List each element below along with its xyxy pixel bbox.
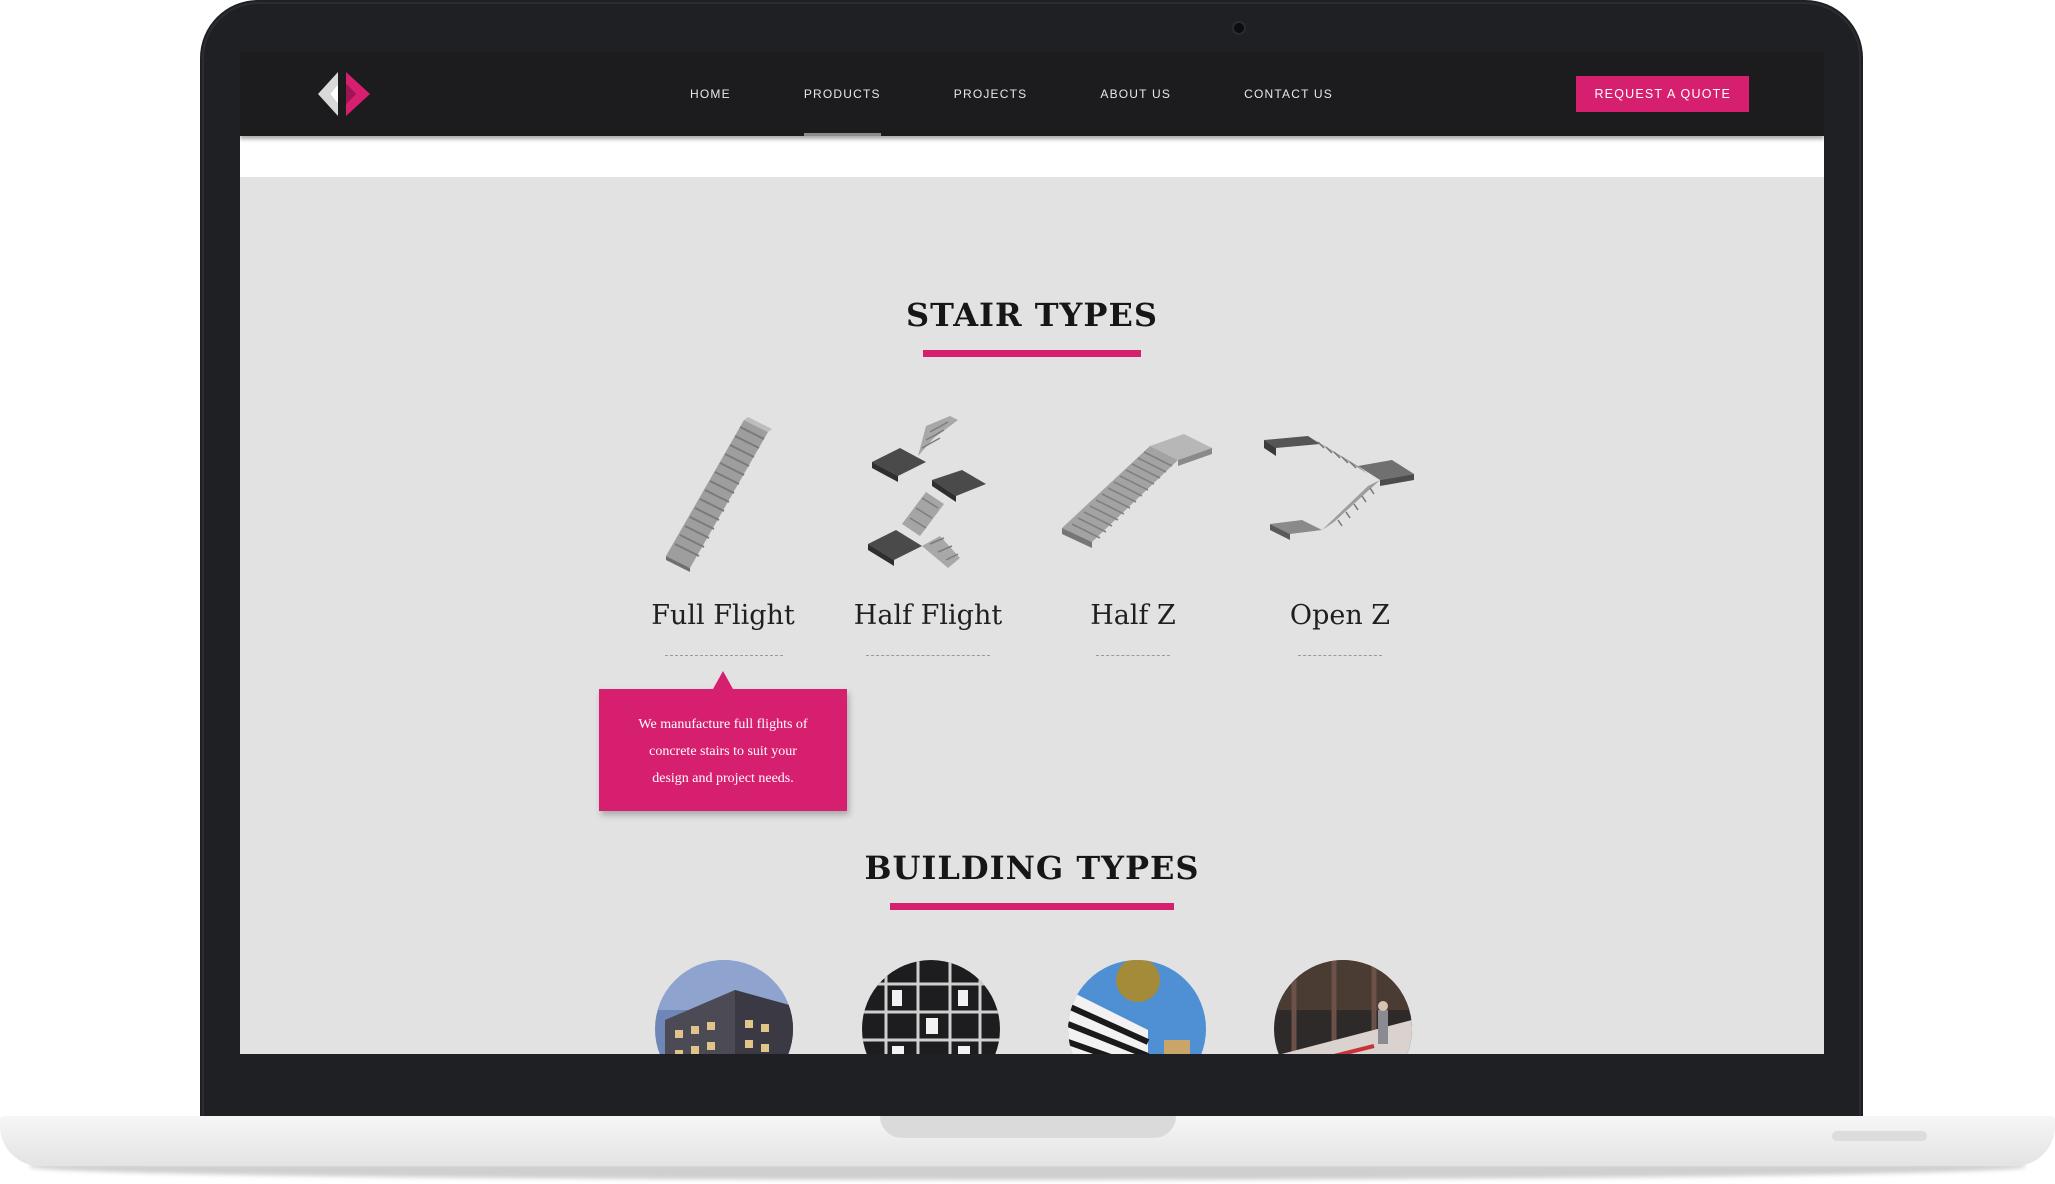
request-quote-button[interactable]: REQUEST A QUOTE (1576, 76, 1749, 112)
main-nav: HOME PRODUCTS PROJECTS ABOUT US CONTACT … (690, 52, 1406, 136)
stair-label-half-flight: Half Flight (853, 600, 1003, 631)
header-spacer (240, 136, 1824, 177)
nav-contact-us[interactable]: CONTACT US (1244, 52, 1333, 136)
nav-products[interactable]: PRODUCTS (803, 52, 881, 136)
stair-label-half-z: Half Z (1090, 600, 1176, 631)
construction-site-photo[interactable] (1274, 960, 1412, 1054)
stair-dash-full-flight (665, 655, 783, 656)
stair-dash-half-flight (866, 655, 990, 656)
full-flight-tooltip: We manufacture full flights of concrete … (599, 671, 847, 811)
tooltip-line: concrete stairs to suit your (649, 744, 797, 759)
nav-projects[interactable]: PROJECTS (954, 52, 1028, 136)
stair-dash-half-z (1096, 655, 1170, 656)
tooltip-line: We manufacture full flights of (638, 717, 808, 732)
website-screen: HOME PRODUCTS PROJECTS ABOUT US CONTACT … (240, 52, 1824, 1054)
brand-logo[interactable] (316, 70, 372, 118)
site-navbar: HOME PRODUCTS PROJECTS ABOUT US CONTACT … (240, 52, 1824, 136)
laptop-notch (880, 1116, 1176, 1138)
building-types-underline (890, 903, 1174, 910)
stair-label-full-flight: Full Flight (651, 600, 795, 631)
camera-dot (1234, 23, 1244, 33)
laptop-mockup: HOME PRODUCTS PROJECTS ABOUT US CONTACT … (0, 0, 2055, 1184)
stair-types-heading: STAIR TYPES (906, 296, 1158, 334)
tooltip-line: design and project needs. (652, 771, 794, 786)
nav-about-us[interactable]: ABOUT US (1100, 52, 1171, 136)
half-z-stair-icon (1062, 434, 1212, 548)
building-frame-photo[interactable] (862, 960, 1000, 1054)
building-types-heading: BUILDING TYPES (864, 849, 1200, 887)
stair-dash-open-z (1298, 655, 1382, 656)
stair-label-open-z: Open Z (1289, 600, 1391, 631)
open-z-stair-icon (1264, 436, 1414, 540)
nav-home[interactable]: HOME (690, 52, 731, 136)
laptop-slot (1832, 1131, 1927, 1141)
car-park-photo[interactable] (1068, 960, 1206, 1054)
half-flight-stair-icon (868, 416, 986, 568)
stair-types-underline (923, 350, 1141, 357)
apartment-building-photo[interactable] (655, 960, 793, 1054)
full-flight-stair-icon (666, 417, 772, 572)
laptop-base-shadow (30, 1164, 2025, 1180)
